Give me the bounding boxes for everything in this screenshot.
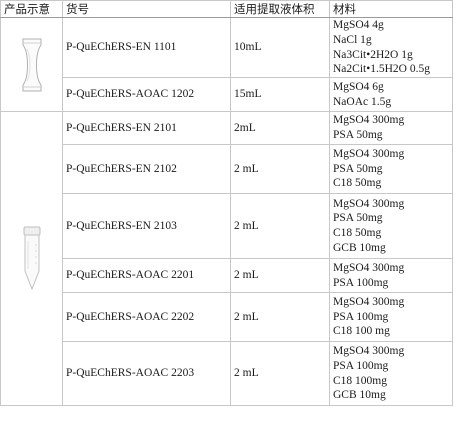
material-line: NaOAc 1.5g [333, 95, 392, 108]
header-volume: 适用提取液体积 [230, 0, 330, 18]
part-number-cell: P-QuEChERS-EN 2103 [62, 193, 231, 259]
centrifuge-tube-icon [2, 225, 62, 293]
material-line: PSA 100mg [333, 276, 389, 289]
material-line: MgSO4 4g [333, 19, 384, 32]
product-image-cell [0, 17, 63, 112]
table-row: P-QuEChERS-EN 2101 2mL MgSO4 300mg PSA 50mg [0, 111, 453, 406]
product-image-cell [0, 111, 63, 406]
material-line: C18 50mg [333, 227, 382, 239]
part-number-cell: P-QuEChERS-AOAC 2202 [62, 292, 231, 342]
material-line: MgSO4 6g [333, 80, 384, 93]
volume-cell: 2 mL [230, 144, 330, 194]
volume-cell: 2 mL [230, 292, 330, 342]
table-row: P-QuEChERS-AOAC 2201 2 mL MgSO4 300mg PSA 1… [1, 258, 453, 293]
volume-cell: 10mL [230, 17, 330, 78]
material-line: NaCl 1g [333, 33, 372, 46]
material-line: PSA 100mg [333, 310, 389, 323]
header-row: 产品示意 货号 适用提取液体积 材料 [0, 0, 453, 18]
material-line: MgSO4 300mg [333, 345, 405, 358]
material-line: C18 100mg [333, 374, 387, 387]
part-number-cell: P-QuEChERS-AOAC 2201 [62, 258, 231, 293]
volume-cell: 2 mL [230, 341, 330, 406]
material-cell: MgSO4 6g NaOAc 1.5g [329, 77, 453, 112]
volume-cell: 2 mL [230, 258, 330, 293]
table-row: P-QuEChERS-AOAC 1202 15mL MgSO4 6g NaOAc 1.… [1, 77, 453, 112]
material-cell: MgSO4 4g NaCl 1g Na3Cit•2H2O 1g Na2Cit•1.5H… [329, 17, 453, 78]
volume-cell: 15mL [230, 77, 330, 112]
part-number-cell: P-QuEChERS-AOAC 1202 [62, 77, 231, 112]
material-line: PSA 50mg [333, 162, 383, 175]
header-material: 材料 [329, 0, 453, 18]
material-line: GCB 10mg [333, 241, 386, 254]
material-line: PSA 50mg [333, 212, 383, 225]
table-row: P-QuEChERS-AOAC 2202 2 mL MgSO4 300mg PSA 1… [1, 292, 453, 342]
table-row: P-QuEChERS-EN 1101 10mL MgSO4 4g NaCl 1g Na3… [0, 17, 453, 112]
material-line: Na2Cit•1.5H2O 0.5g [333, 63, 430, 76]
part-number-cell: P-QuEChERS-EN 2102 [62, 144, 231, 194]
volume-cell: 2 mL [230, 193, 330, 259]
header-part-number: 货号 [62, 0, 231, 18]
material-cell: MgSO4 300mg PSA 100mg C18 100mg GCB 10mg [329, 341, 453, 406]
part-number-cell: P-QuEChERS-EN 2101 [62, 111, 231, 145]
table-row: P-QuEChERS-EN 2103 2 mL MgSO4 300mg PSA 50m… [1, 193, 453, 259]
product-table-sheet: 产品示意 货号 适用提取液体积 材料 P-QuEChERS-EN 1101 10m… [0, 0, 454, 429]
material-line: C18 100 mg [333, 325, 390, 338]
material-cell: MgSO4 300mg PSA 100mg [329, 258, 453, 293]
material-line: C18 50mg [333, 177, 382, 190]
material-line: PSA 100mg [333, 359, 389, 372]
material-line: MgSO4 300mg [333, 197, 405, 210]
part-number-cell: P-QuEChERS-AOAC 2203 [62, 341, 231, 406]
volume-cell: 2mL [230, 111, 330, 145]
material-line: MgSO4 300mg [333, 296, 405, 309]
material-cell: MgSO4 300mg PSA 50mg C18 50mg [329, 144, 453, 194]
material-line: MgSO4 300mg [333, 148, 405, 161]
table-row: P-QuEChERS-EN 2102 2 mL MgSO4 300mg PSA 50m… [1, 144, 453, 194]
material-cell: MgSO4 300mg PSA 100mg C18 100 mg [329, 292, 453, 342]
header-image: 产品示意 [0, 0, 63, 18]
part-number-cell: P-QuEChERS-EN 1101 [62, 17, 231, 78]
material-line: MgSO4 300mg [333, 261, 405, 274]
material-cell: MgSO4 300mg PSA 50mg C18 50mg GCB 10mg [329, 193, 453, 259]
material-line: MgSO4 300mg [333, 114, 405, 127]
material-cell: MgSO4 300mg PSA 50mg [329, 111, 453, 145]
material-line: PSA 50mg [333, 129, 383, 141]
material-line: GCB 10mg [333, 389, 386, 402]
product-table: 产品示意 货号 适用提取液体积 材料 P-QuEChERS-EN 1101 10m… [0, 0, 453, 406]
salt-packet-icon [2, 35, 62, 95]
table-row: P-QuEChERS-AOAC 2203 2 mL MgSO4 300mg PSA 1… [1, 341, 453, 406]
material-line: Na3Cit•2H2O 1g [333, 48, 413, 61]
